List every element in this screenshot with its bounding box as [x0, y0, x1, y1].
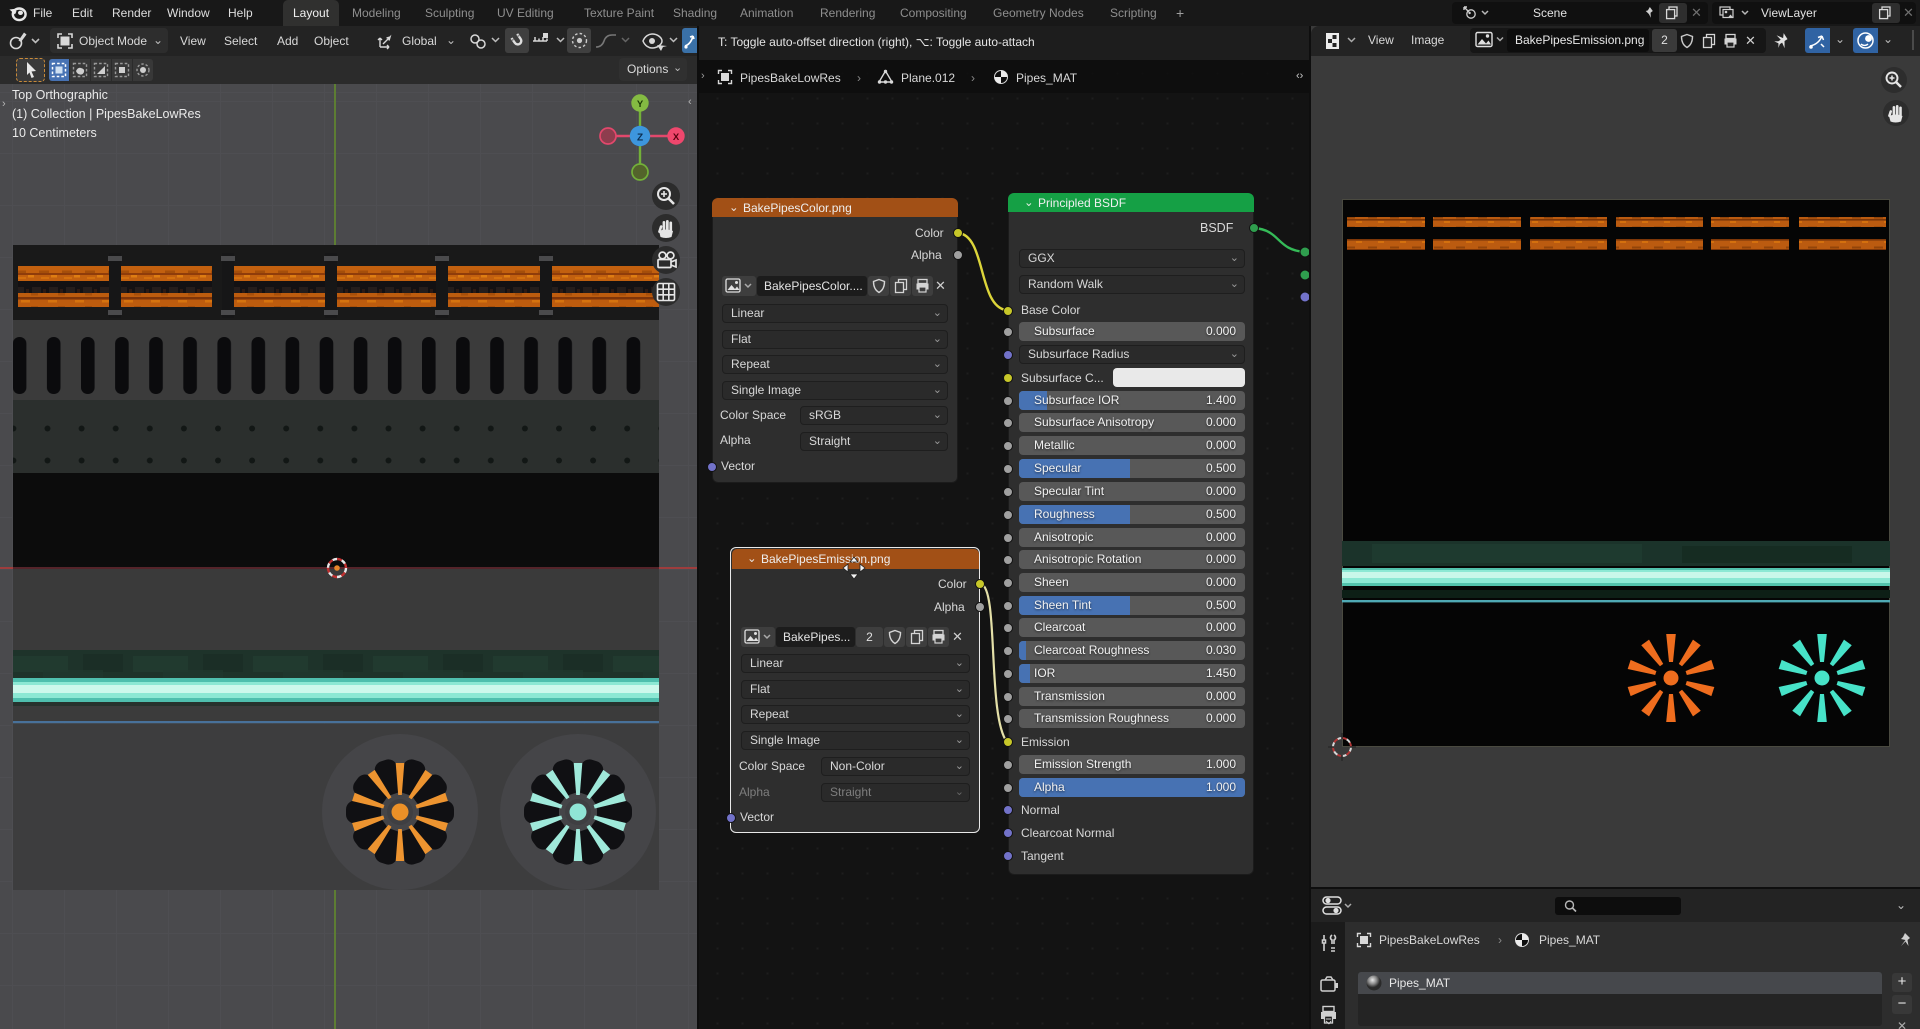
svg-text:X: X — [673, 132, 680, 143]
svg-text:Y: Y — [637, 99, 644, 110]
svg-text:Z: Z — [637, 133, 643, 144]
